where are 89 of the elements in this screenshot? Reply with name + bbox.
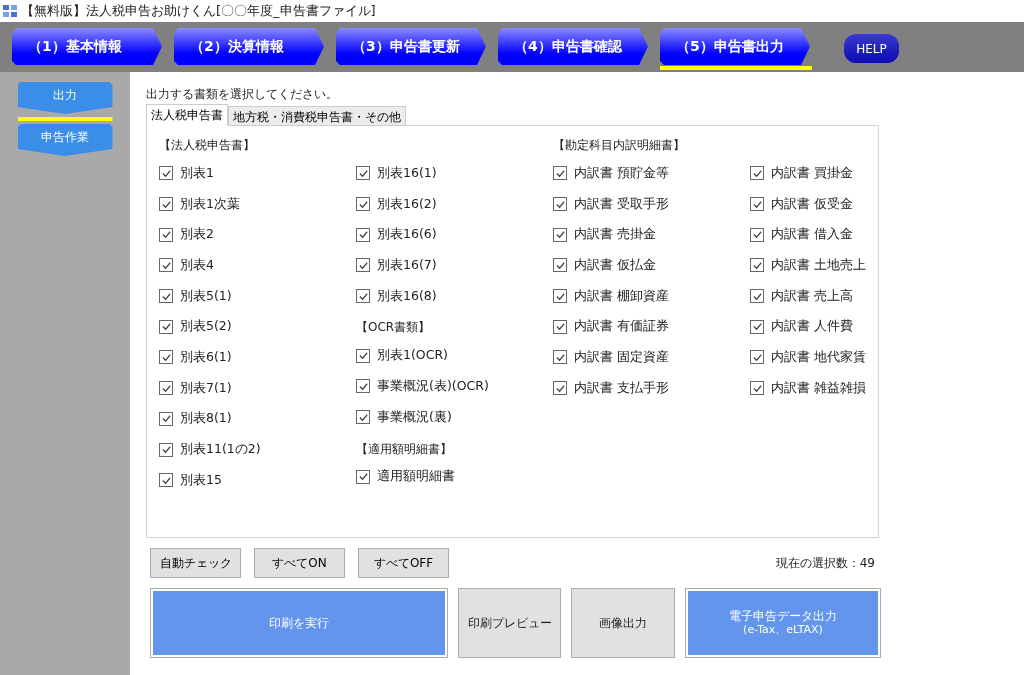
checkbox[interactable] [356, 227, 370, 242]
checkbox-label: 別表4 [180, 256, 214, 274]
checkbox[interactable] [159, 319, 173, 334]
checkbox[interactable] [750, 350, 764, 365]
checkbox[interactable] [553, 166, 567, 181]
checkbox[interactable] [750, 166, 764, 181]
checkbox[interactable] [553, 227, 567, 242]
selection-count: 現在の選択数：49 [775, 554, 876, 572]
checkbox-label: 別表16(8) [377, 287, 437, 305]
checkbox[interactable] [750, 197, 764, 212]
checkbox-label: 別表16(6) [377, 226, 437, 244]
checkbox-label: 別表5(2) [180, 318, 232, 336]
checkbox-label: 内訳書 仮受金 [771, 195, 853, 213]
checkbox-label: 内訳書 預貯金等 [574, 164, 669, 182]
checkbox-label: 内訳書 売掛金 [574, 226, 656, 244]
checkbox-label: 別表5(1) [180, 287, 232, 305]
checkbox[interactable] [159, 381, 173, 396]
checkbox-label: 内訳書 雑益雑損 [771, 379, 866, 397]
checkbox-label: 内訳書 借入金 [771, 226, 853, 244]
checkbox[interactable] [356, 197, 370, 212]
checkbox[interactable] [553, 197, 567, 212]
action-button[interactable]: すべてOFF [358, 548, 449, 578]
checkbox-label: 内訳書 仮払金 [574, 256, 656, 274]
action-button[interactable]: 自動チェック [150, 548, 241, 578]
checkbox[interactable] [159, 411, 173, 426]
checkbox-label: 内訳書 棚卸資産 [574, 287, 669, 305]
checkbox[interactable] [356, 410, 370, 425]
action-button[interactable]: 画像出力 [571, 588, 675, 658]
checkbox[interactable] [159, 350, 173, 365]
checkbox[interactable] [356, 469, 370, 484]
checkbox-label: 事業概況(裏) [377, 408, 452, 426]
action-button[interactable]: 印刷プレビュー [458, 588, 561, 658]
checkbox-label: 別表16(7) [377, 256, 437, 274]
checkbox[interactable] [159, 227, 173, 242]
checkbox-label: 内訳書 土地売上 [771, 256, 866, 274]
checkbox-label: 内訳書 買掛金 [771, 164, 853, 182]
checkbox[interactable] [553, 381, 567, 396]
checkbox-label: 別表16(1) [377, 164, 437, 182]
checkbox-label: 内訳書 受取手形 [574, 195, 669, 213]
checkbox-label: 別表1(OCR) [377, 347, 448, 365]
checkbox[interactable] [159, 258, 173, 273]
checkbox[interactable] [356, 258, 370, 273]
checkbox[interactable] [159, 197, 173, 212]
checkbox-label: 別表16(2) [377, 195, 437, 213]
checkbox-label: 別表8(1) [180, 410, 232, 428]
action-button[interactable]: すべてON [254, 548, 345, 578]
section-heading: 【勘定科目内訳明細書】 [553, 137, 686, 154]
checkbox-label: 別表1 [180, 164, 214, 182]
section-heading: 【適用額明細書】 [356, 440, 453, 458]
checkbox-label: 適用額明細書 [377, 468, 455, 486]
checkbox[interactable] [750, 289, 764, 304]
checkbox[interactable] [750, 227, 764, 242]
window-title: 【無料版】法人税申告お助けくん[〇〇年度_申告書ファイル] [21, 2, 376, 20]
checkbox-label: 別表15 [180, 471, 222, 489]
checkbox-label: 別表1次葉 [180, 195, 240, 213]
checkbox[interactable] [356, 379, 370, 394]
checkbox-label: 別表7(1) [180, 379, 232, 397]
checkbox[interactable] [356, 289, 370, 304]
checkbox[interactable] [750, 381, 764, 396]
checkbox-label: 別表6(1) [180, 348, 232, 366]
checkbox[interactable] [159, 166, 173, 181]
checkbox-label: 内訳書 地代家賃 [771, 348, 866, 366]
checkbox-label: 内訳書 支払手形 [574, 379, 669, 397]
checkbox[interactable] [356, 166, 370, 181]
help-button[interactable]: HELP [844, 34, 899, 63]
checkbox[interactable] [553, 258, 567, 273]
tab[interactable]: 法人税申告書 [146, 104, 228, 126]
checkbox[interactable] [159, 442, 173, 457]
section-heading: 【OCR書類】 [356, 319, 432, 337]
instruction-text: 出力する書類を選択してください。 [146, 86, 339, 103]
checkbox[interactable] [356, 348, 370, 363]
section-heading: 【法人税申告書】 [159, 137, 256, 154]
checkbox-label: 内訳書 有価証券 [574, 318, 669, 336]
step-tab[interactable]: （5）申告書出力 [660, 28, 812, 70]
checkbox[interactable] [553, 350, 567, 365]
checkbox-label: 内訳書 人件費 [771, 318, 853, 336]
checkbox[interactable] [750, 319, 764, 334]
checkbox[interactable] [553, 319, 567, 334]
checkbox-label: 事業概況(表)(OCR) [377, 377, 489, 395]
checkbox-label: 別表11(1の2) [180, 441, 261, 459]
checkbox-label: 別表2 [180, 226, 214, 244]
tab[interactable]: 地方税・消費税申告書・その他 [228, 106, 406, 126]
checkbox[interactable] [750, 258, 764, 273]
checkbox-label: 内訳書 売上高 [771, 287, 853, 305]
checkbox-label: 内訳書 固定資産 [574, 348, 669, 366]
checkbox[interactable] [159, 473, 173, 488]
app-icon [2, 3, 18, 19]
checkbox[interactable] [159, 289, 173, 304]
checkbox[interactable] [553, 289, 567, 304]
